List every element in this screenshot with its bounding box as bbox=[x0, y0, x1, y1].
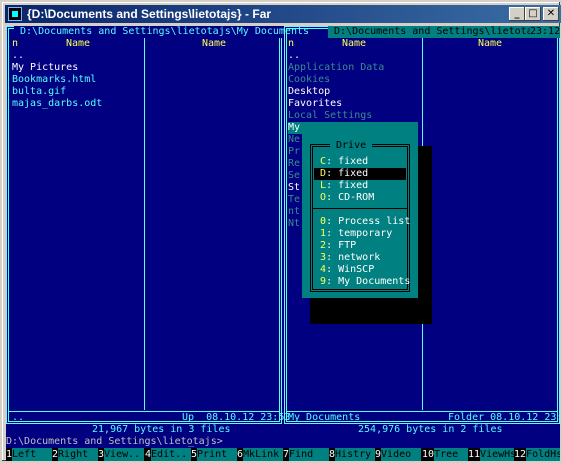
fkey-7[interactable]: 7Find bbox=[283, 448, 330, 461]
fkey-number: 10 bbox=[422, 449, 435, 460]
file-item[interactable]: Cookies bbox=[288, 74, 330, 86]
plugin-label: : FTP bbox=[326, 240, 357, 251]
left-status-name: .. bbox=[12, 412, 25, 423]
fkey-label: Histry bbox=[335, 448, 376, 461]
drive-item[interactable]: C: fixed bbox=[314, 156, 406, 168]
left-col-n-header: n bbox=[12, 38, 19, 49]
fkey-12[interactable]: 12FoldHs bbox=[514, 448, 560, 461]
file-item[interactable]: My Pictures bbox=[12, 62, 78, 74]
drive-type: : fixed bbox=[326, 156, 369, 167]
plugin-label: : temporary bbox=[326, 228, 393, 239]
drive-item-selected[interactable]: D: fixed bbox=[314, 168, 406, 180]
file-item[interactable]: Re bbox=[288, 158, 300, 170]
drive-item[interactable]: O: CD-ROM bbox=[314, 192, 406, 204]
fkey-label: Right bbox=[58, 448, 99, 461]
right-col-name2-header: Name bbox=[478, 38, 503, 49]
fkey-1[interactable]: 1Left bbox=[6, 448, 53, 461]
plugin-label: : Process list bbox=[326, 216, 411, 227]
minimize-button[interactable]: _ bbox=[509, 7, 525, 21]
close-button[interactable]: ✕ bbox=[543, 7, 559, 21]
right-col-name-header: Name bbox=[342, 38, 367, 49]
file-item[interactable]: Local Settings bbox=[288, 110, 372, 122]
far-app-icon[interactable] bbox=[8, 7, 22, 21]
fkey-9[interactable]: 9Video bbox=[375, 448, 422, 461]
fkey-label: Edit.. bbox=[151, 448, 192, 461]
right-panel-path: D:\Documents and Settings\lietotajs bbox=[328, 26, 551, 38]
drive-menu-title: Drive bbox=[330, 140, 373, 152]
file-item[interactable]: Se bbox=[288, 170, 300, 182]
file-item[interactable]: nt bbox=[288, 206, 300, 218]
file-item[interactable]: Favorites bbox=[288, 98, 342, 110]
fkey-label: Find bbox=[289, 448, 330, 461]
drive-type: : fixed bbox=[326, 168, 369, 179]
plugin-item[interactable]: 9: My Documents bbox=[314, 276, 410, 288]
right-status-name: My Documents bbox=[288, 412, 361, 423]
file-item[interactable]: Desktop bbox=[288, 86, 330, 98]
far-window: {D:\Documents and Settings\lietotajs} - … bbox=[0, 0, 562, 463]
plugin-label: : network bbox=[326, 252, 381, 263]
plugin-label: : WinSCP bbox=[326, 264, 375, 275]
fkey-label: Print bbox=[197, 448, 238, 461]
drive-type: : fixed bbox=[326, 180, 369, 191]
left-panel-summary: 21,967 bytes in 3 files bbox=[86, 424, 237, 436]
drive-item[interactable]: L: fixed bbox=[314, 180, 406, 192]
window-title: {D:\Documents and Settings\lietotajs} - … bbox=[27, 7, 272, 21]
fkey-label: FoldHs bbox=[526, 448, 560, 461]
file-item[interactable]: Ne bbox=[288, 134, 300, 146]
drive-menu-separator bbox=[313, 208, 407, 209]
left-status-info: Up 08.10.12 23:53 bbox=[182, 412, 291, 423]
plugin-label: : My Documents bbox=[326, 276, 411, 287]
plugin-item[interactable]: 3: network bbox=[314, 252, 380, 264]
file-item[interactable]: St bbox=[288, 182, 300, 194]
plugin-item[interactable]: 2: FTP bbox=[314, 240, 356, 252]
fkey-label: Video bbox=[381, 448, 422, 461]
plugin-item[interactable]: 4: WinSCP bbox=[314, 264, 374, 276]
drive-menu[interactable]: Drive C: fixed D: fixed L: fixed O: CD-R… bbox=[302, 122, 418, 298]
far-console: D:\Documents and Settings\lietotajs\My D… bbox=[6, 26, 560, 461]
right-status-info: Folder 08.10.12 23:53 bbox=[448, 412, 560, 423]
file-item[interactable]: Te bbox=[288, 194, 300, 206]
file-item[interactable]: bulta.gif bbox=[12, 86, 66, 98]
right-col-n-header: n bbox=[288, 38, 295, 49]
fkey-11[interactable]: 11ViewHs bbox=[468, 448, 517, 461]
left-panel-column-divider bbox=[144, 38, 145, 410]
file-item[interactable]: Nt bbox=[288, 218, 300, 230]
fkey-number: 11 bbox=[468, 449, 481, 460]
fkey-5[interactable]: 5Print bbox=[191, 448, 238, 461]
fkey-label: Left bbox=[12, 448, 53, 461]
file-item[interactable]: Pr bbox=[288, 146, 300, 158]
left-panel-path: D:\Documents and Settings\lietotajs\My D… bbox=[14, 26, 316, 38]
file-item[interactable]: .. bbox=[288, 50, 300, 62]
fkey-10[interactable]: 10Tree bbox=[422, 448, 471, 461]
fkey-label: Tree bbox=[434, 448, 471, 461]
fkey-label: View.. bbox=[104, 448, 145, 461]
fkey-number: 12 bbox=[514, 449, 527, 460]
fkey-4[interactable]: 4Edit.. bbox=[145, 448, 192, 461]
maximize-button[interactable]: □ bbox=[525, 7, 541, 21]
file-item[interactable]: majas_darbs.odt bbox=[12, 98, 102, 110]
left-col-name-header: Name bbox=[66, 38, 91, 49]
cursor: _ bbox=[188, 436, 195, 447]
title-bar[interactable]: {D:\Documents and Settings\lietotajs} - … bbox=[5, 5, 561, 23]
fkey-label: ViewHs bbox=[480, 448, 517, 461]
clock: 23:12 bbox=[530, 26, 560, 38]
file-item[interactable]: Bookmarks.html bbox=[12, 74, 96, 86]
fkey-label: MkLink bbox=[243, 448, 284, 461]
fkey-3[interactable]: 3View.. bbox=[98, 448, 145, 461]
plugin-item[interactable]: 1: temporary bbox=[314, 228, 392, 240]
right-panel-summary: 254,976 bytes in 2 files bbox=[352, 424, 509, 436]
file-item[interactable]: .. bbox=[12, 50, 24, 62]
fkey-6[interactable]: 6MkLink bbox=[237, 448, 284, 461]
plugin-item[interactable]: 0: Process list bbox=[314, 216, 410, 228]
fkey-2[interactable]: 2Right bbox=[52, 448, 99, 461]
fkey-8[interactable]: 8Histry bbox=[329, 448, 376, 461]
left-col-name2-header: Name bbox=[202, 38, 227, 49]
drive-type: : CD-ROM bbox=[326, 192, 375, 203]
file-item[interactable]: Application Data bbox=[288, 62, 384, 74]
